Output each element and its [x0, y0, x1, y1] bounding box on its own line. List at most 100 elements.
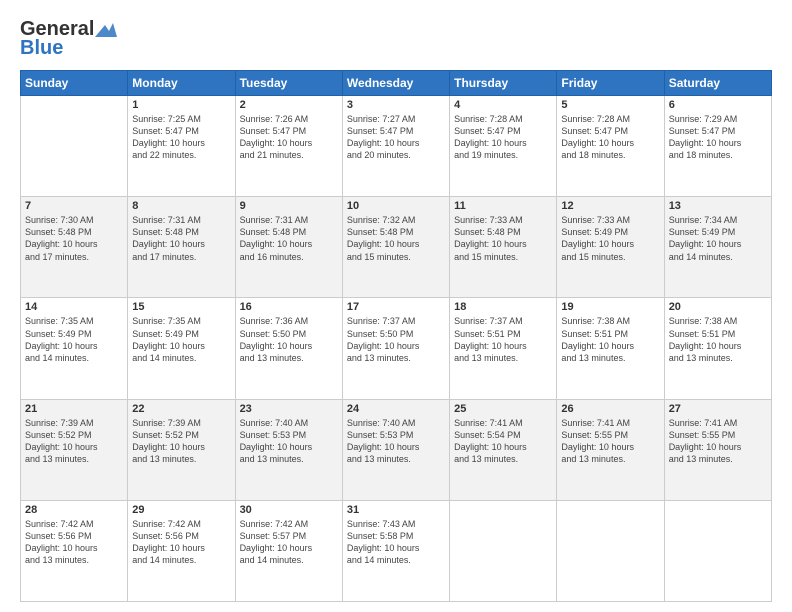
- calendar-cell: 19 Sunrise: 7:38 AM Sunset: 5:51 PM Dayli…: [557, 298, 664, 399]
- calendar-cell: 14 Sunrise: 7:35 AM Sunset: 5:49 PM Dayli…: [21, 298, 128, 399]
- day-number: 30: [240, 504, 338, 516]
- cell-info: Sunrise: 7:31 AM Sunset: 5:48 PM Dayligh…: [240, 214, 338, 263]
- day-number: 1: [132, 99, 230, 111]
- logo-blue: Blue: [20, 37, 63, 60]
- day-number: 18: [454, 301, 552, 313]
- calendar-cell: 20 Sunrise: 7:38 AM Sunset: 5:51 PM Dayli…: [664, 298, 771, 399]
- calendar-cell: 31 Sunrise: 7:43 AM Sunset: 5:58 PM Dayli…: [342, 500, 449, 601]
- calendar-cell: 12 Sunrise: 7:33 AM Sunset: 5:49 PM Dayli…: [557, 197, 664, 298]
- calendar-cell: 25 Sunrise: 7:41 AM Sunset: 5:54 PM Dayli…: [450, 399, 557, 500]
- day-number: 27: [669, 403, 767, 415]
- day-number: 22: [132, 403, 230, 415]
- cell-info: Sunrise: 7:25 AM Sunset: 5:47 PM Dayligh…: [132, 113, 230, 162]
- calendar-cell: 26 Sunrise: 7:41 AM Sunset: 5:55 PM Dayli…: [557, 399, 664, 500]
- calendar-header-row: SundayMondayTuesdayWednesdayThursdayFrid…: [21, 71, 772, 96]
- day-number: 2: [240, 99, 338, 111]
- day-number: 9: [240, 200, 338, 212]
- calendar-cell: [21, 96, 128, 197]
- calendar-week-4: 21 Sunrise: 7:39 AM Sunset: 5:52 PM Dayli…: [21, 399, 772, 500]
- calendar-week-1: 1 Sunrise: 7:25 AM Sunset: 5:47 PM Daylig…: [21, 96, 772, 197]
- cell-info: Sunrise: 7:37 AM Sunset: 5:50 PM Dayligh…: [347, 315, 445, 364]
- calendar-week-5: 28 Sunrise: 7:42 AM Sunset: 5:56 PM Dayli…: [21, 500, 772, 601]
- weekday-header-wednesday: Wednesday: [342, 71, 449, 96]
- day-number: 19: [561, 301, 659, 313]
- day-number: 26: [561, 403, 659, 415]
- day-number: 20: [669, 301, 767, 313]
- cell-info: Sunrise: 7:35 AM Sunset: 5:49 PM Dayligh…: [25, 315, 123, 364]
- header: General Blue: [20, 18, 772, 60]
- cell-info: Sunrise: 7:32 AM Sunset: 5:48 PM Dayligh…: [347, 214, 445, 263]
- cell-info: Sunrise: 7:28 AM Sunset: 5:47 PM Dayligh…: [561, 113, 659, 162]
- day-number: 31: [347, 504, 445, 516]
- cell-info: Sunrise: 7:26 AM Sunset: 5:47 PM Dayligh…: [240, 113, 338, 162]
- weekday-header-tuesday: Tuesday: [235, 71, 342, 96]
- cell-info: Sunrise: 7:42 AM Sunset: 5:56 PM Dayligh…: [132, 518, 230, 567]
- day-number: 24: [347, 403, 445, 415]
- calendar-cell: 21 Sunrise: 7:39 AM Sunset: 5:52 PM Dayli…: [21, 399, 128, 500]
- calendar-cell: 6Sunrise: 7:29 AM Sunset: 5:47 PM Daylig…: [664, 96, 771, 197]
- cell-info: Sunrise: 7:39 AM Sunset: 5:52 PM Dayligh…: [25, 417, 123, 466]
- cell-info: Sunrise: 7:37 AM Sunset: 5:51 PM Dayligh…: [454, 315, 552, 364]
- day-number: 12: [561, 200, 659, 212]
- calendar-cell: 17 Sunrise: 7:37 AM Sunset: 5:50 PM Dayli…: [342, 298, 449, 399]
- day-number: 28: [25, 504, 123, 516]
- calendar-cell: 23 Sunrise: 7:40 AM Sunset: 5:53 PM Dayli…: [235, 399, 342, 500]
- day-number: 3: [347, 99, 445, 111]
- calendar-cell: 15 Sunrise: 7:35 AM Sunset: 5:49 PM Dayli…: [128, 298, 235, 399]
- page: General Blue SundayMondayTuesdayWednesda…: [0, 0, 792, 612]
- day-number: 23: [240, 403, 338, 415]
- cell-info: Sunrise: 7:43 AM Sunset: 5:58 PM Dayligh…: [347, 518, 445, 567]
- cell-info: Sunrise: 7:39 AM Sunset: 5:52 PM Dayligh…: [132, 417, 230, 466]
- cell-info: Sunrise: 7:35 AM Sunset: 5:49 PM Dayligh…: [132, 315, 230, 364]
- calendar-table: SundayMondayTuesdayWednesdayThursdayFrid…: [20, 70, 772, 602]
- cell-info: Sunrise: 7:41 AM Sunset: 5:55 PM Dayligh…: [561, 417, 659, 466]
- cell-info: Sunrise: 7:38 AM Sunset: 5:51 PM Dayligh…: [561, 315, 659, 364]
- cell-info: Sunrise: 7:36 AM Sunset: 5:50 PM Dayligh…: [240, 315, 338, 364]
- weekday-header-friday: Friday: [557, 71, 664, 96]
- cell-info: Sunrise: 7:41 AM Sunset: 5:54 PM Dayligh…: [454, 417, 552, 466]
- day-number: 4: [454, 99, 552, 111]
- cell-info: Sunrise: 7:31 AM Sunset: 5:48 PM Dayligh…: [132, 214, 230, 263]
- cell-info: Sunrise: 7:38 AM Sunset: 5:51 PM Dayligh…: [669, 315, 767, 364]
- cell-info: Sunrise: 7:27 AM Sunset: 5:47 PM Dayligh…: [347, 113, 445, 162]
- calendar-cell: 10 Sunrise: 7:32 AM Sunset: 5:48 PM Dayli…: [342, 197, 449, 298]
- cell-info: Sunrise: 7:40 AM Sunset: 5:53 PM Dayligh…: [347, 417, 445, 466]
- calendar-week-3: 14 Sunrise: 7:35 AM Sunset: 5:49 PM Dayli…: [21, 298, 772, 399]
- calendar-cell: 28 Sunrise: 7:42 AM Sunset: 5:56 PM Dayli…: [21, 500, 128, 601]
- cell-info: Sunrise: 7:34 AM Sunset: 5:49 PM Dayligh…: [669, 214, 767, 263]
- calendar-cell: 2 Sunrise: 7:26 AM Sunset: 5:47 PM Daylig…: [235, 96, 342, 197]
- day-number: 15: [132, 301, 230, 313]
- day-number: 16: [240, 301, 338, 313]
- calendar-cell: 16 Sunrise: 7:36 AM Sunset: 5:50 PM Dayli…: [235, 298, 342, 399]
- cell-info: Sunrise: 7:33 AM Sunset: 5:48 PM Dayligh…: [454, 214, 552, 263]
- calendar-cell: 7 Sunrise: 7:30 AM Sunset: 5:48 PM Daylig…: [21, 197, 128, 298]
- day-number: 13: [669, 200, 767, 212]
- day-number: 11: [454, 200, 552, 212]
- calendar-cell: 27 Sunrise: 7:41 AM Sunset: 5:55 PM Dayli…: [664, 399, 771, 500]
- weekday-header-sunday: Sunday: [21, 71, 128, 96]
- day-number: 6: [669, 99, 767, 111]
- calendar-cell: 22 Sunrise: 7:39 AM Sunset: 5:52 PM Dayli…: [128, 399, 235, 500]
- day-number: 5: [561, 99, 659, 111]
- day-number: 14: [25, 301, 123, 313]
- calendar-cell: 4 Sunrise: 7:28 AM Sunset: 5:47 PM Daylig…: [450, 96, 557, 197]
- day-number: 7: [25, 200, 123, 212]
- cell-info: Sunrise: 7:41 AM Sunset: 5:55 PM Dayligh…: [669, 417, 767, 466]
- day-number: 17: [347, 301, 445, 313]
- cell-info: Sunrise: 7:42 AM Sunset: 5:56 PM Dayligh…: [25, 518, 123, 567]
- day-number: 25: [454, 403, 552, 415]
- calendar-cell: 1 Sunrise: 7:25 AM Sunset: 5:47 PM Daylig…: [128, 96, 235, 197]
- calendar-cell: 18 Sunrise: 7:37 AM Sunset: 5:51 PM Dayli…: [450, 298, 557, 399]
- calendar-cell: [664, 500, 771, 601]
- day-number: 21: [25, 403, 123, 415]
- cell-info: Sunrise: 7:30 AM Sunset: 5:48 PM Dayligh…: [25, 214, 123, 263]
- day-number: 8: [132, 200, 230, 212]
- cell-info: Sunrise: 7:42 AM Sunset: 5:57 PM Dayligh…: [240, 518, 338, 567]
- logo-bird-icon: [95, 23, 117, 39]
- calendar-cell: 3 Sunrise: 7:27 AM Sunset: 5:47 PM Daylig…: [342, 96, 449, 197]
- weekday-header-monday: Monday: [128, 71, 235, 96]
- cell-info: Sunrise: 7:28 AM Sunset: 5:47 PM Dayligh…: [454, 113, 552, 162]
- day-number: 10: [347, 200, 445, 212]
- cell-info: Sunrise: 7:33 AM Sunset: 5:49 PM Dayligh…: [561, 214, 659, 263]
- cell-info: Sunrise: 7:40 AM Sunset: 5:53 PM Dayligh…: [240, 417, 338, 466]
